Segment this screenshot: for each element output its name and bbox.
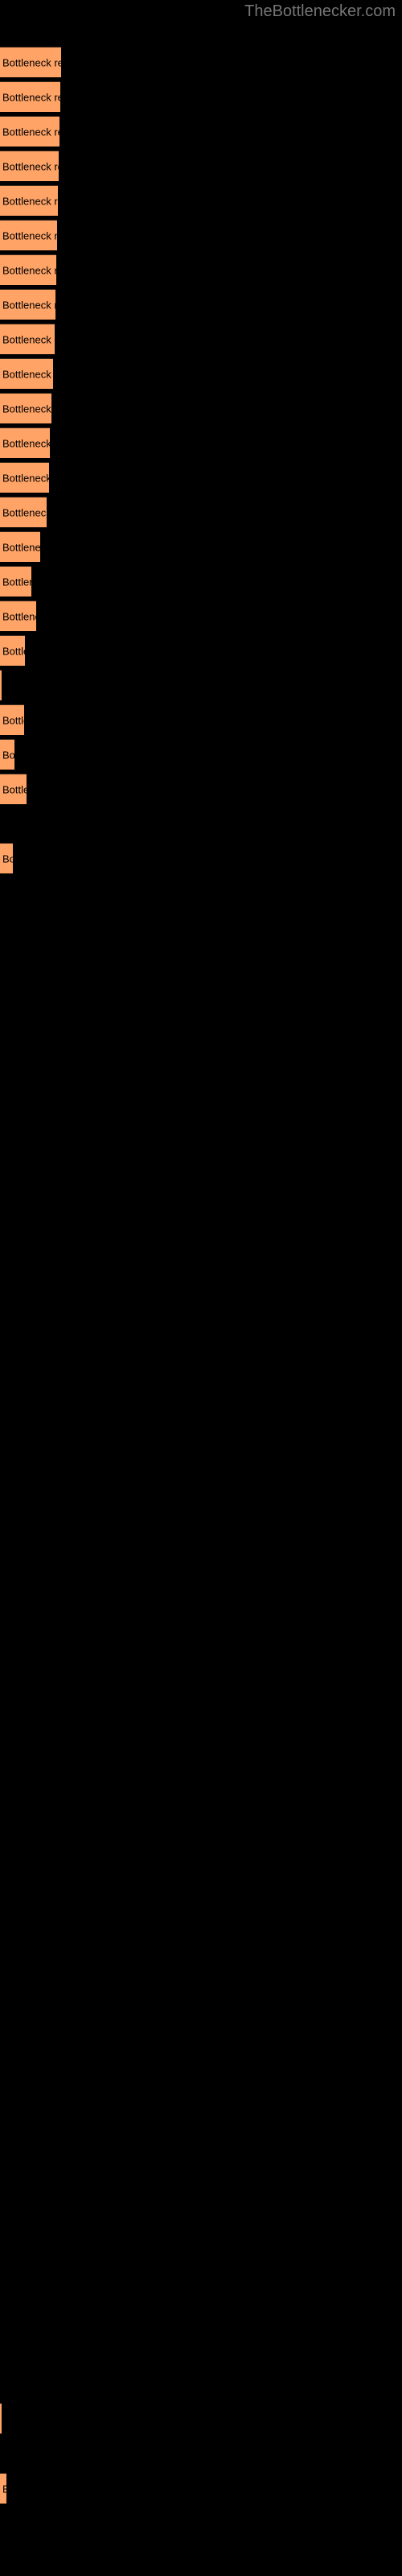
bar-label: Bottleneck result xyxy=(2,645,25,657)
bar-12[interactable]: Bottleneck result xyxy=(0,462,49,493)
page-root: TheBottlenecker.com Bottleneck resultBot… xyxy=(0,0,402,2576)
bar-0[interactable]: Bottleneck result xyxy=(0,47,61,77)
bar-label: Bottleneck result xyxy=(2,91,60,103)
bar-15[interactable]: Bottleneck result xyxy=(0,566,31,597)
bar-1[interactable]: Bottleneck result xyxy=(0,81,60,112)
bar-11[interactable]: Bottleneck result xyxy=(0,427,50,458)
bar-25[interactable]: Bottleneck result xyxy=(0,2473,6,2504)
bar-label: Bottleneck result xyxy=(2,229,57,242)
bar-9[interactable]: Bottleneck result xyxy=(0,358,53,389)
bar-13[interactable]: Bottleneck result xyxy=(0,497,47,527)
bar-14[interactable]: Bottleneck result xyxy=(0,531,40,562)
bar-5[interactable]: Bottleneck result xyxy=(0,220,57,250)
bar-label: Bottleneck result xyxy=(2,126,59,138)
bar-label: Bottleneck result xyxy=(2,714,24,726)
bar-23[interactable]: Bottleneck result xyxy=(0,843,13,873)
bar-7[interactable]: Bottleneck result xyxy=(0,289,55,320)
bar-2[interactable]: Bottleneck result xyxy=(0,116,59,147)
bar-21[interactable]: Bottleneck result xyxy=(0,774,27,804)
bar-label: Bottleneck result xyxy=(2,264,56,276)
bar-label: Bottleneck result xyxy=(2,472,49,484)
bar-label: Bottleneck result xyxy=(2,56,61,68)
bar-16[interactable]: Bottleneck result xyxy=(0,601,36,631)
bar-label: Bottleneck result xyxy=(2,783,27,795)
bar-label: Bottleneck result xyxy=(2,402,51,415)
bar-chart: Bottleneck result Bottleneck result Bottle… xyxy=(0,0,402,2576)
bar-4[interactable]: Bottleneck result xyxy=(0,185,58,216)
bar-label: Bottleneck result xyxy=(2,437,50,449)
bar-17[interactable]: Bottleneck result xyxy=(0,635,25,666)
bar-label: Bottleneck result xyxy=(2,160,59,172)
bar-label: Bottleneck result xyxy=(2,576,31,588)
bar-label: Bottleneck result xyxy=(2,299,55,311)
bar-label: Bottleneck result xyxy=(2,852,13,865)
bar-label: Bottleneck result xyxy=(2,195,58,207)
bar-3[interactable]: Bottleneck result xyxy=(0,151,59,181)
bar-label: Bottleneck result xyxy=(2,749,14,761)
bar-24[interactable]: Bottleneck result xyxy=(0,2403,2,2434)
bar-label: Bottleneck result xyxy=(2,610,36,622)
bar-label: Bottleneck result xyxy=(2,2483,6,2495)
bar-label: Bottleneck result xyxy=(2,506,47,518)
bar-label: Bottleneck result xyxy=(2,541,40,553)
bar-label: Bottleneck result xyxy=(2,368,53,380)
bar-6[interactable]: Bottleneck result xyxy=(0,254,56,285)
bar-19[interactable]: Bottleneck result xyxy=(0,704,24,735)
bar-label: Bottleneck result xyxy=(2,333,55,345)
bar-18[interactable]: Bottleneck result xyxy=(0,670,2,700)
bar-8[interactable]: Bottleneck result xyxy=(0,324,55,354)
bar-20[interactable]: Bottleneck result xyxy=(0,739,14,770)
bar-10[interactable]: Bottleneck result xyxy=(0,393,51,423)
